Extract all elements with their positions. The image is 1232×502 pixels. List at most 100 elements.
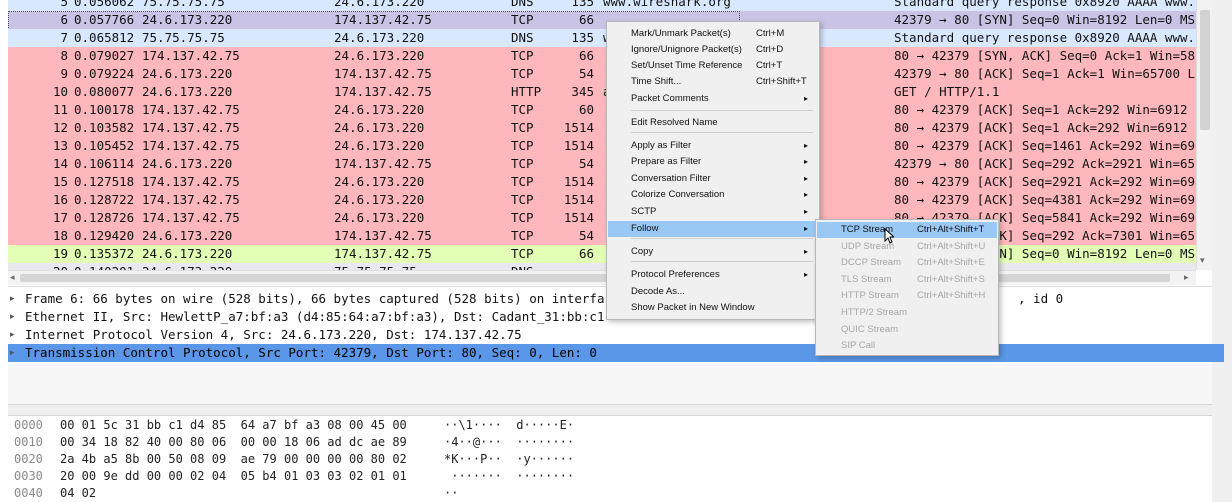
scroll-down-arrow-icon[interactable]: ▾ bbox=[1200, 256, 1205, 266]
vertical-scrollbar-thumb[interactable] bbox=[1200, 10, 1210, 130]
menu-item-label: Decode As... bbox=[631, 286, 685, 297]
follow-submenu[interactable]: TCP Stream Ctrl+Alt+Shift+T UDP Stream Ctrl… bbox=[815, 219, 999, 356]
expand-arrow-icon[interactable]: ▸ bbox=[10, 326, 15, 344]
detail-tree-item[interactable]: ▸ Internet Protocol Version 4, Src: 24.6.… bbox=[8, 326, 1224, 344]
packet-number: 12 bbox=[52, 120, 68, 135]
hex-offset: 0000 bbox=[14, 418, 43, 432]
context-menu-item-prepare-as-filter[interactable]: Prepare as Filter ▸ bbox=[608, 154, 818, 170]
hex-dump-row[interactable]: 0040 04 02 ·· bbox=[8, 485, 1208, 502]
window-right-gutter bbox=[1212, 0, 1232, 502]
follow-item-tcp-stream[interactable]: TCP Stream Ctrl+Alt+Shift+T bbox=[817, 222, 997, 238]
expand-arrow-icon[interactable]: ▸ bbox=[10, 290, 15, 308]
packet-length: 345 bbox=[571, 84, 594, 99]
packet-list-horizontal-scrollbar[interactable]: ◂ ▸ bbox=[8, 270, 1196, 285]
packet-bytes-pane[interactable]: 0000 00 01 5c 31 bb c1 d4 85 64 a7 bf a3 … bbox=[8, 416, 1212, 502]
packet-row[interactable]: 15 0.127518 174.137.42.75 24.6.173.220 TCP 15… bbox=[8, 173, 1196, 191]
packet-protocol: TCP bbox=[511, 210, 534, 225]
menu-separator bbox=[631, 238, 813, 239]
context-menu-item-colorize-conversation[interactable]: Colorize Conversation ▸ bbox=[608, 187, 818, 203]
window-left-edge bbox=[0, 0, 8, 502]
packet-source: 75.75.75.75 bbox=[142, 30, 225, 45]
packet-row[interactable]: 13 0.105452 174.137.42.75 24.6.173.220 TCP 15… bbox=[8, 137, 1196, 155]
packet-destination: 174.137.42.75 bbox=[334, 246, 432, 261]
packet-protocol: DNS bbox=[511, 263, 534, 270]
packet-destination: 174.137.42.75 bbox=[334, 66, 432, 81]
hex-offset: 0010 bbox=[14, 435, 43, 449]
packet-row[interactable]: 18 0.129420 24.6.173.220 174.137.42.75 TCP 54… bbox=[8, 227, 1196, 245]
packet-number: 7 bbox=[60, 30, 68, 45]
menu-item-label: Copy bbox=[631, 246, 654, 257]
context-menu-item-mark-unmark-packet-s[interactable]: Mark/Unmark Packet(s) Ctrl+M bbox=[608, 26, 818, 42]
packet-info-partial: www.wireshark.org bbox=[603, 0, 731, 9]
packet-row[interactable]: 20 0.140201 24.6.173.220 75.75.75.75 DNS bbox=[8, 263, 1196, 270]
packet-destination: 24.6.173.220 bbox=[334, 138, 425, 153]
context-menu-item-show-packet-in-new-window[interactable]: Show Packet in New Window bbox=[608, 300, 818, 316]
context-menu-item-edit-resolved-name[interactable]: Edit Resolved Name bbox=[608, 115, 818, 131]
detail-tree-label: Transmission Control Protocol, Src Port:… bbox=[25, 345, 597, 360]
packet-number: 9 bbox=[60, 66, 68, 81]
packet-source: 174.137.42.75 bbox=[142, 174, 240, 189]
detail-tree-label: Ethernet II, Src: HewlettP_a7:bf:a3 (d4:… bbox=[25, 309, 605, 324]
packet-row[interactable]: 6 0.057766 24.6.173.220 174.137.42.75 TCP 66 4… bbox=[8, 11, 1196, 30]
hex-dump-row[interactable]: 0010 00 34 18 82 40 00 80 06 00 00 18 06 … bbox=[8, 434, 1208, 451]
packet-row[interactable]: 5 0.056062 75.75.75.75 24.6.173.220 DNS 135 ww… bbox=[8, 0, 1196, 11]
expand-arrow-icon[interactable]: ▸ bbox=[10, 308, 15, 326]
context-menu-item-decode-as[interactable]: Decode As... bbox=[608, 284, 818, 300]
packet-details-empty-area bbox=[8, 364, 1212, 404]
packet-protocol: TCP bbox=[511, 228, 534, 243]
hex-dump-row[interactable]: 0030 20 00 9e dd 00 00 02 04 05 b4 01 03 … bbox=[8, 468, 1208, 485]
packet-list-vertical-scrollbar[interactable]: ▾ bbox=[1196, 0, 1213, 270]
menu-item-label: Protocol Preferences bbox=[631, 269, 720, 280]
follow-item-http-2-stream: HTTP/2 Stream bbox=[817, 305, 997, 321]
packet-row[interactable]: 70.06581275.75.75.7524.6.173.220DNS135ww… bbox=[8, 29, 1196, 47]
context-menu-item-conversation-filter[interactable]: Conversation Filter ▸ bbox=[608, 171, 818, 187]
packet-number: 14 bbox=[52, 156, 68, 171]
packet-row[interactable]: 9 0.079224 24.6.173.220 174.137.42.75 TCP 54 4… bbox=[8, 65, 1196, 83]
follow-item-tls-stream: TLS Stream Ctrl+Alt+Shift+S bbox=[817, 272, 997, 288]
packet-context-menu[interactable]: Mark/Unmark Packet(s) Ctrl+M Ignore/Unigno… bbox=[606, 21, 820, 320]
menu-separator bbox=[631, 110, 813, 111]
packet-row[interactable]: 10 0.080077 24.6.173.220 174.137.42.75 HTTP 3… bbox=[8, 83, 1196, 101]
ascii-bytes: ·4··@··· ········ bbox=[444, 435, 575, 449]
context-menu-item-sctp[interactable]: SCTP ▸ bbox=[608, 204, 818, 220]
packet-row[interactable]: 11 0.100178 174.137.42.75 24.6.173.220 TCP 60… bbox=[8, 101, 1196, 119]
packet-info: 42379 → 80 [ACK] Seq=292 Ack=2921 Win=65 bbox=[894, 156, 1196, 171]
packet-protocol: TCP bbox=[511, 174, 534, 189]
pane-splitter[interactable] bbox=[8, 404, 1212, 416]
context-menu-item-protocol-preferences[interactable]: Protocol Preferences ▸ bbox=[608, 267, 818, 283]
hex-dump-row[interactable]: 0020 2a 4b a5 8b 00 50 08 09 ae 79 00 00 … bbox=[8, 451, 1208, 468]
packet-row[interactable]: 14 0.106114 24.6.173.220 174.137.42.75 TCP 54… bbox=[8, 155, 1196, 173]
context-menu-item-ignore-unignore-packet-s[interactable]: Ignore/Unignore Packet(s) Ctrl+D bbox=[608, 42, 818, 58]
packet-time: 0.080077 bbox=[74, 84, 135, 99]
detail-tree-item[interactable]: ▸ Transmission Control Protocol, Src Port… bbox=[8, 344, 1224, 362]
expand-arrow-icon[interactable]: ▸ bbox=[10, 344, 15, 362]
context-menu-item-set-unset-time-reference[interactable]: Set/Unset Time Reference Ctrl+T bbox=[608, 58, 818, 74]
packet-time: 0.056062 bbox=[74, 0, 135, 9]
packet-row[interactable]: 17 0.128726 174.137.42.75 24.6.173.220 TCP 15… bbox=[8, 209, 1196, 227]
hex-dump-row[interactable]: 0000 00 01 5c 31 bb c1 d4 85 64 a7 bf a3 … bbox=[8, 417, 1208, 434]
packet-length: 66 bbox=[578, 48, 594, 63]
packet-row[interactable]: 12 0.103582 174.137.42.75 24.6.173.220 TCP 15… bbox=[8, 119, 1196, 137]
packet-list[interactable]: 5 0.056062 75.75.75.75 24.6.173.220 DNS 135 ww… bbox=[8, 0, 1196, 270]
packet-time: 0.065812 bbox=[74, 30, 135, 45]
menu-separator bbox=[631, 132, 813, 133]
packet-destination: 24.6.173.220 bbox=[334, 192, 425, 207]
packet-source: 174.137.42.75 bbox=[142, 210, 240, 225]
scroll-right-arrow-icon[interactable]: ▸ bbox=[1184, 271, 1189, 285]
scroll-left-arrow-icon[interactable]: ◂ bbox=[10, 271, 15, 285]
packet-info: 80 → 42379 [ACK] Seq=1461 Ack=292 Win=69 bbox=[894, 138, 1196, 153]
hex-offset: 0040 bbox=[14, 486, 43, 500]
context-menu-item-apply-as-filter[interactable]: Apply as Filter ▸ bbox=[608, 138, 818, 154]
packet-row[interactable]: 19 0.135372 24.6.173.220 174.137.42.75 TCP 66… bbox=[8, 245, 1196, 263]
context-menu-item-time-shift[interactable]: Time Shift... Ctrl+Shift+T bbox=[608, 74, 818, 90]
context-menu-item-copy[interactable]: Copy ▸ bbox=[608, 244, 818, 260]
packet-row[interactable]: 16 0.128722 174.137.42.75 24.6.173.220 TCP 15… bbox=[8, 191, 1196, 209]
context-menu-item-packet-comments[interactable]: Packet Comments ▸ bbox=[608, 91, 818, 107]
packet-destination: 24.6.173.220 bbox=[334, 210, 425, 225]
packet-protocol: TCP bbox=[511, 138, 534, 153]
submenu-arrow-icon: ▸ bbox=[804, 190, 809, 199]
ascii-bytes: ··\1···· d·····E· bbox=[444, 418, 575, 432]
context-menu-item-follow[interactable]: Follow ▸ bbox=[608, 221, 818, 237]
packet-row[interactable]: 8 0.079027 174.137.42.75 24.6.173.220 TCP 66 8… bbox=[8, 47, 1196, 65]
packet-time: 0.100178 bbox=[74, 102, 135, 117]
